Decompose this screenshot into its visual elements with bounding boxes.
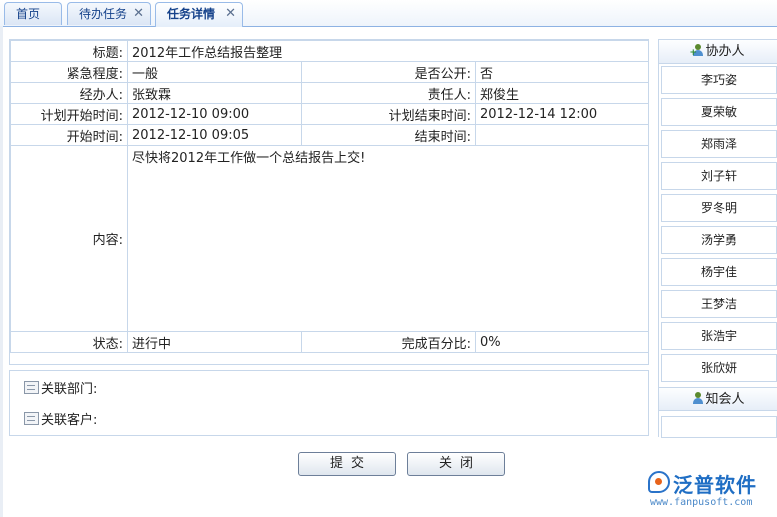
content-label: 内容: <box>10 145 128 332</box>
public-label: 是否公开: <box>301 61 476 83</box>
assistants-title: 协办人 <box>705 44 745 59</box>
handler-label: 经办人: <box>10 82 128 104</box>
percent-label: 完成百分比: <box>301 331 476 353</box>
start-label: 开始时间: <box>10 124 128 146</box>
start-value: 2012-12-10 09:05 <box>127 124 302 146</box>
close-button[interactable]: 关闭 <box>407 452 505 476</box>
plan-end-value: 2012-12-14 12:00 <box>475 103 649 125</box>
tab-bar: 首页 待办任务 ✕ 任务详情 ✕ <box>0 0 777 27</box>
plan-end-label: 计划结束时间: <box>301 103 476 125</box>
group-person-icon <box>692 392 704 404</box>
logo-name: 泛普软件 <box>673 473 757 497</box>
percent-value: 0% <box>475 331 649 353</box>
content-value: 尽快将2012年工作做一个总结报告上交! <box>127 145 649 332</box>
end-value <box>475 124 649 146</box>
plan-start-label: 计划开始时间: <box>10 103 128 125</box>
related-customer-row: 关联客户: <box>24 409 97 428</box>
close-icon[interactable]: ✕ <box>225 3 236 25</box>
add-person-icon: + <box>689 44 704 58</box>
left-edge <box>0 26 3 517</box>
tab-task-detail-label: 任务详情 <box>167 7 216 21</box>
public-value: 否 <box>475 61 649 83</box>
title-label: 标题: <box>10 40 128 62</box>
plan-start-value: 2012-12-10 09:00 <box>127 103 302 125</box>
notify-list <box>661 416 777 438</box>
assistant-item: 杨宇佳 <box>661 258 777 286</box>
related-customer-label: 关联客户: <box>41 413 98 428</box>
tab-home[interactable]: 首页 <box>4 2 62 25</box>
tab-home-label: 首页 <box>16 7 41 21</box>
department-icon <box>24 381 39 394</box>
related-section: 关联部门: 关联客户: <box>9 370 649 436</box>
assistant-item: 王梦洁 <box>661 290 777 318</box>
task-detail-table: 标题: 2012年工作总结报告整理 紧急程度: 一般 是否公开: 否 经办人: … <box>10 40 649 353</box>
owner-value: 郑俊生 <box>475 82 649 104</box>
assistant-item: 郑雨泽 <box>661 130 777 158</box>
related-dept-label: 关联部门: <box>41 382 98 397</box>
assistants-header: + 协办人 <box>659 40 777 64</box>
assistant-item: 李巧姿 <box>661 66 777 94</box>
related-dept-row: 关联部门: <box>24 378 97 397</box>
assistant-item: 汤学勇 <box>661 226 777 254</box>
brand-logo: 泛普软件 www.fanpusoft.com <box>648 469 777 517</box>
logo-icon <box>648 471 670 493</box>
notify-title: 知会人 <box>705 392 745 407</box>
close-icon[interactable]: ✕ <box>133 3 144 25</box>
notify-header: 知会人 <box>659 387 777 411</box>
assistant-item: 刘子轩 <box>661 162 777 190</box>
tab-pending-tasks-label: 待办任务 <box>79 7 128 21</box>
title-value: 2012年工作总结报告整理 <box>127 40 649 62</box>
assistant-item: 张浩宇 <box>661 322 777 350</box>
urgency-value: 一般 <box>127 61 302 83</box>
status-label: 状态: <box>10 331 128 353</box>
assistant-item: 罗冬明 <box>661 194 777 222</box>
status-value: 进行中 <box>127 331 302 353</box>
customer-icon <box>24 412 39 425</box>
handler-value: 张致霖 <box>127 82 302 104</box>
end-label: 结束时间: <box>301 124 476 146</box>
participants-panel: + 协办人 李巧姿夏荣敏郑雨泽刘子轩罗冬明汤学勇杨宇佳王梦洁张浩宇张欣妍 知会人 <box>658 39 777 438</box>
logo-url: www.fanpusoft.com <box>650 497 753 508</box>
task-detail-form: 标题: 2012年工作总结报告整理 紧急程度: 一般 是否公开: 否 经办人: … <box>9 39 649 365</box>
assistant-item: 夏荣敏 <box>661 98 777 126</box>
submit-button[interactable]: 提交 <box>298 452 396 476</box>
urgency-label: 紧急程度: <box>10 61 128 83</box>
tab-task-detail[interactable]: 任务详情 ✕ <box>155 2 243 27</box>
owner-label: 责任人: <box>301 82 476 104</box>
assistant-item: 张欣妍 <box>661 354 777 382</box>
tab-pending-tasks[interactable]: 待办任务 ✕ <box>67 2 151 25</box>
